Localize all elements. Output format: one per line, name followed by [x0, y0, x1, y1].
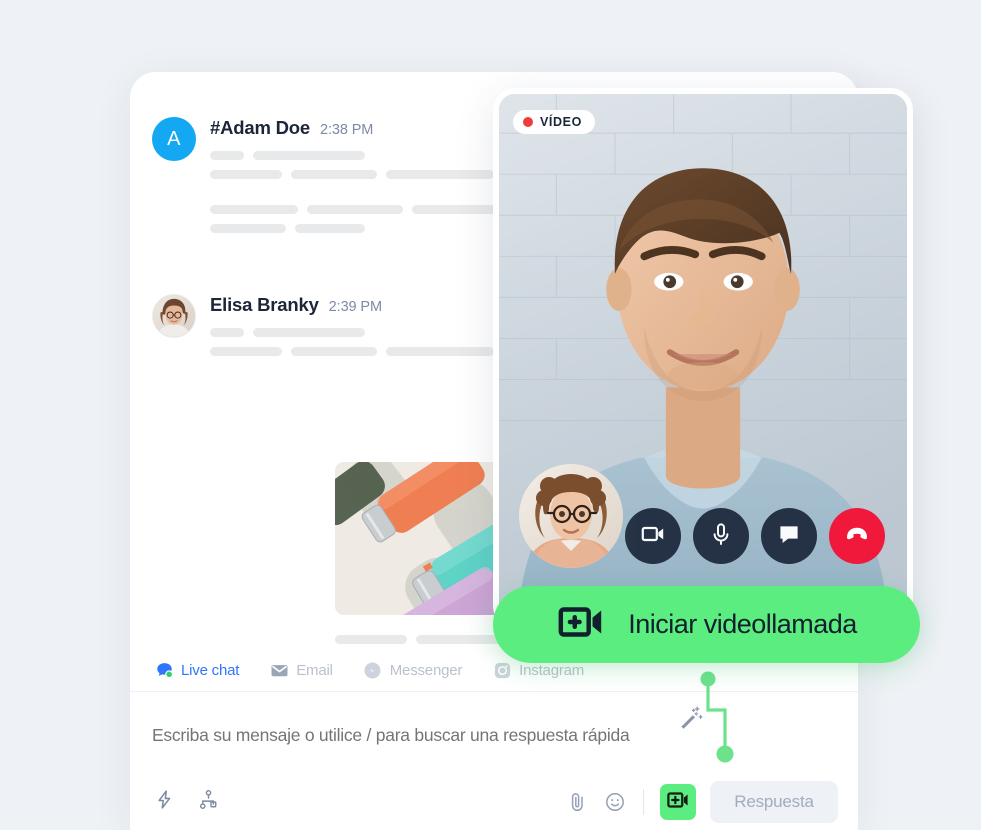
magic-wand-icon[interactable]	[678, 705, 704, 731]
tab-label: Live chat	[181, 662, 240, 679]
skeleton-bar	[416, 635, 502, 644]
avatar	[152, 294, 196, 338]
email-icon	[269, 661, 289, 681]
end-call-button[interactable]	[829, 508, 885, 564]
skeleton-bar	[291, 347, 377, 356]
tab-instagram[interactable]: Instagram	[492, 661, 584, 681]
tab-label: Email	[296, 662, 333, 679]
start-videocall-cta[interactable]: Iniciar videollamada	[493, 586, 920, 663]
video-status-badge: VÍDEO	[513, 110, 595, 134]
message-composer: Respuesta	[130, 693, 858, 830]
messenger-icon	[363, 661, 383, 681]
skeleton-bar	[253, 328, 365, 337]
instagram-icon	[492, 661, 512, 681]
toggle-camera-button[interactable]	[625, 508, 681, 564]
video-badge-label: VÍDEO	[540, 115, 582, 129]
phone-hangup-icon	[843, 520, 871, 553]
skeleton-bar	[210, 347, 282, 356]
toggle-mic-button[interactable]	[693, 508, 749, 564]
skeleton-bar	[307, 205, 403, 214]
flow-chart-icon[interactable]	[196, 787, 220, 811]
chat-bubble-icon	[776, 521, 802, 552]
cta-label: Iniciar videollamada	[628, 609, 857, 639]
screenshot-stage: A #Adam Doe 2:38 PM Elisa Branky 2:39 PM…	[0, 0, 981, 830]
avatar-initial: A	[167, 127, 181, 150]
tab-email[interactable]: Email	[269, 661, 333, 681]
video-call-panel: VÍDEO	[493, 88, 913, 628]
skeleton-bar	[210, 205, 298, 214]
avatar-photo-image	[153, 295, 195, 337]
sender-name: #Adam Doe	[210, 117, 310, 138]
skeleton-bar	[210, 151, 244, 160]
lightning-bolt-icon[interactable]	[152, 787, 176, 811]
toggle-chat-button[interactable]	[761, 508, 817, 564]
sender-name: Elisa Branky	[210, 294, 319, 315]
message-timestamp: 2:39 PM	[328, 299, 382, 315]
self-view-thumbnail[interactable]	[519, 464, 623, 568]
skeleton-bar	[291, 170, 377, 179]
tab-messenger[interactable]: Messenger	[363, 661, 462, 681]
message-timestamp: 2:38 PM	[319, 122, 374, 138]
add-video-camera-icon	[666, 788, 690, 817]
self-view-webcam	[519, 464, 623, 568]
start-video-call-small-button[interactable]	[660, 784, 696, 820]
avatar: A	[152, 117, 196, 161]
tab-label: Instagram	[519, 662, 585, 679]
skeleton-bar	[210, 328, 244, 337]
paperclip-icon[interactable]	[565, 790, 589, 814]
tab-live-chat[interactable]: Live chat	[154, 661, 239, 681]
call-controls	[625, 508, 885, 564]
skeleton-bar	[335, 635, 407, 644]
skeleton-bar	[386, 347, 494, 356]
skeleton-bar	[210, 170, 282, 179]
toolbar-divider	[643, 789, 644, 815]
tab-label: Messenger	[389, 662, 463, 679]
composer-left-tools	[152, 787, 220, 811]
skeleton-bar	[210, 224, 286, 233]
skeleton-bar	[253, 151, 365, 160]
add-video-camera-icon	[556, 597, 606, 652]
composer-right-tools: Respuesta	[565, 781, 838, 823]
microphone-icon	[708, 521, 734, 552]
live-chat-icon	[154, 661, 174, 681]
skeleton-bar	[295, 224, 365, 233]
record-dot-icon	[523, 117, 533, 127]
video-camera-icon	[640, 521, 666, 552]
skeleton-bar	[386, 170, 494, 179]
emoji-icon[interactable]	[603, 790, 627, 814]
composer-toolbar: Respuesta	[130, 781, 858, 830]
reply-button[interactable]: Respuesta	[710, 781, 838, 823]
